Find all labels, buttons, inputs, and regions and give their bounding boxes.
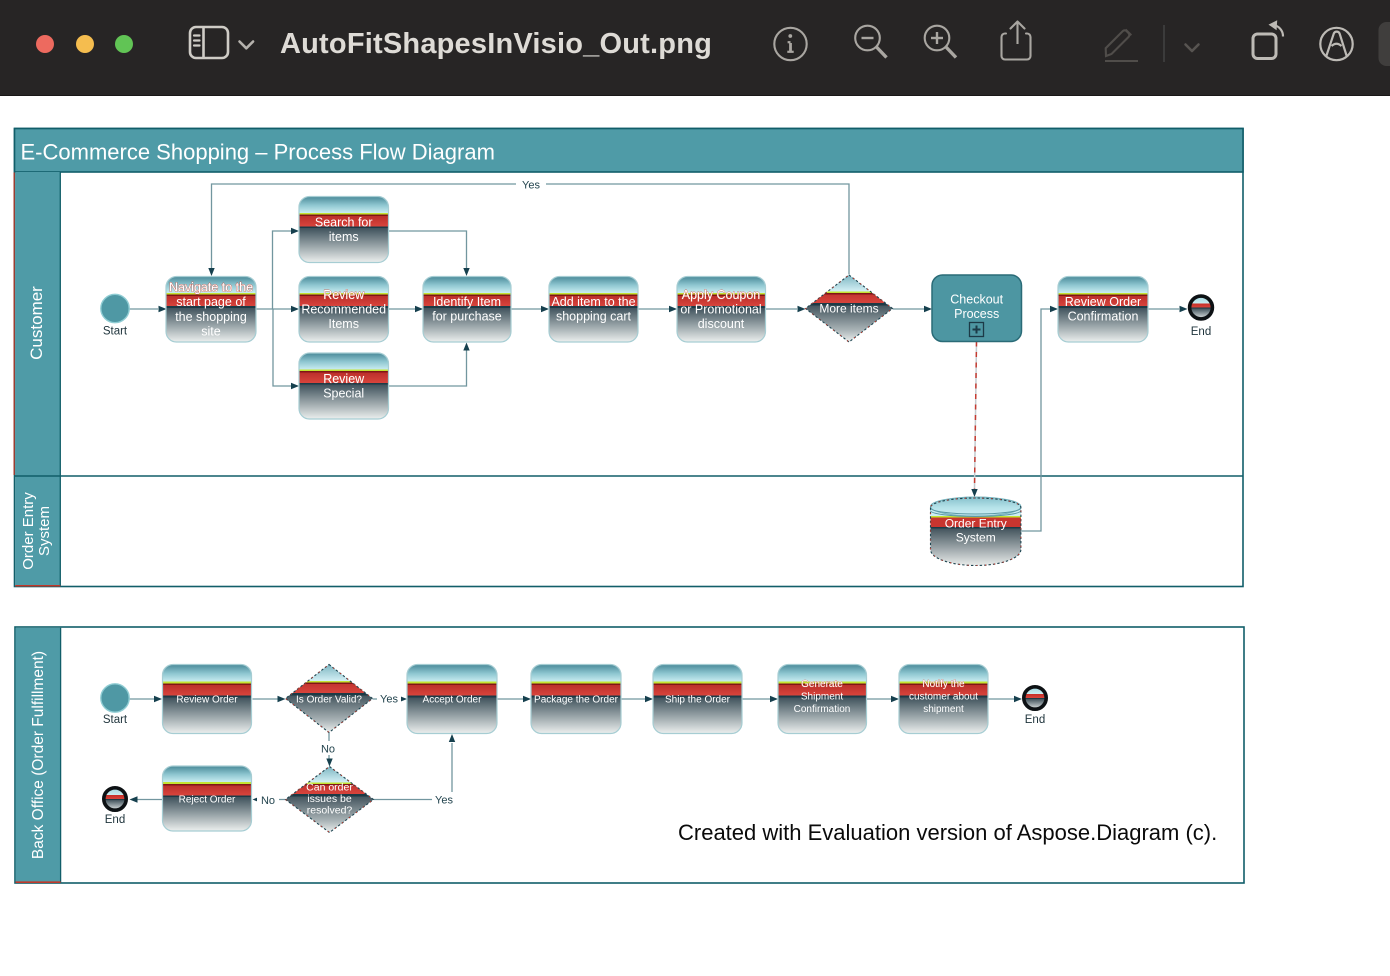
svg-text:CheckoutProcess: CheckoutProcess: [950, 293, 1003, 322]
svg-text:Review OrderConfirmation: Review OrderConfirmation: [1065, 295, 1141, 324]
svg-text:Package the Order: Package the Order: [534, 694, 619, 705]
svg-text:Order Entry: Order Entry: [20, 492, 37, 570]
svg-text:Can orderissues beresolved?: Can orderissues beresolved?: [306, 782, 353, 817]
svg-text:Yes: Yes: [380, 694, 398, 706]
svg-text:E-Commerce Shopping – Process: E-Commerce Shopping – Process Flow Diagr…: [21, 140, 495, 165]
svg-text:Customer: Customer: [27, 286, 46, 360]
svg-text:Yes: Yes: [522, 180, 540, 192]
svg-text:Ship the Order: Ship the Order: [665, 694, 731, 705]
svg-text:Created with Evaluation versio: Created with Evaluation version of Aspos…: [678, 820, 1217, 845]
svg-text:System: System: [36, 506, 53, 556]
svg-text:More items: More items: [819, 302, 878, 316]
svg-text:Start: Start: [103, 714, 128, 726]
svg-text:Yes: Yes: [435, 795, 453, 807]
svg-text:End: End: [1025, 714, 1045, 726]
svg-text:Reject Order: Reject Order: [179, 794, 236, 805]
svg-text:GenerateShipmentConfirmation: GenerateShipmentConfirmation: [794, 679, 851, 715]
svg-text:No: No: [261, 795, 275, 807]
svg-text:Add item to theshopping cart: Add item to theshopping cart: [551, 295, 635, 324]
svg-text:ReviewSpecial: ReviewSpecial: [323, 372, 365, 401]
svg-text:End: End: [1191, 326, 1211, 338]
svg-text:Start: Start: [103, 326, 128, 338]
svg-text:Identify Itemfor purchase: Identify Itemfor purchase: [432, 295, 502, 324]
svg-text:End: End: [105, 814, 125, 826]
svg-text:Accept Order: Accept Order: [423, 694, 483, 705]
svg-text:Back Office (Order Fulfillment: Back Office (Order Fulfillment): [30, 651, 47, 859]
svg-text:No: No: [321, 744, 335, 756]
svg-text:Review Order: Review Order: [176, 694, 238, 705]
svg-text:Is Order Valid?: Is Order Valid?: [296, 694, 362, 705]
